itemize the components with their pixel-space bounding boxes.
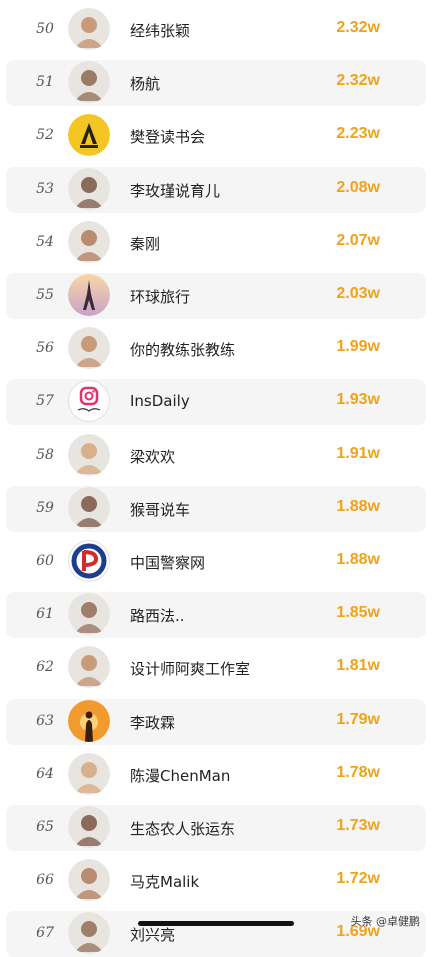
follower-count: 1.88w <box>336 551 380 568</box>
account-name[interactable]: 刘兴亮 <box>130 924 175 945</box>
person-photo-avatar-icon[interactable] <box>68 646 110 689</box>
rank-number: 54 <box>36 233 54 250</box>
account-name[interactable]: 杨航 <box>130 73 160 94</box>
person-photo-avatar-icon[interactable] <box>68 912 110 955</box>
rank-number: 64 <box>36 765 54 782</box>
account-name[interactable]: 路西法.. <box>130 605 185 626</box>
person-photo-avatar-icon[interactable] <box>68 593 110 636</box>
list-item[interactable]: 62 设计师阿爽工作室 1.81w <box>6 645 426 691</box>
account-name[interactable]: 陈漫ChenMan <box>130 765 230 786</box>
rank-number: 57 <box>36 393 54 410</box>
rank-number: 61 <box>36 606 54 623</box>
watermark: 头条 @卓健鹏 <box>350 915 421 928</box>
account-name[interactable]: InsDaily <box>130 392 190 410</box>
rank-number: 55 <box>36 287 54 303</box>
follower-count: 2.32w <box>336 19 380 36</box>
list-item[interactable]: 63 李政霖 1.79w <box>6 698 426 745</box>
rank-number: 65 <box>36 819 54 835</box>
follower-count: 2.32w <box>336 72 380 90</box>
account-name[interactable]: 经纬张颖 <box>130 20 190 41</box>
person-photo-avatar-icon[interactable] <box>68 486 110 529</box>
person-photo-avatar-icon[interactable] <box>68 61 110 104</box>
home-indicator[interactable] <box>138 921 294 926</box>
person-photo-avatar-icon[interactable] <box>68 327 110 370</box>
list-item[interactable]: 66 马克Malik 1.72w <box>6 858 426 904</box>
rank-number: 62 <box>36 659 54 676</box>
person-photo-avatar-icon[interactable] <box>68 806 110 848</box>
follower-count: 1.81w <box>336 657 380 675</box>
yellow-book-logo-avatar-icon[interactable] <box>68 114 110 157</box>
person-photo-avatar-icon[interactable] <box>68 433 110 476</box>
follower-count: 2.08w <box>336 178 380 196</box>
follower-count: 1.79w <box>336 710 380 728</box>
account-name[interactable]: 秦刚 <box>130 233 160 254</box>
rank-number: 60 <box>36 553 54 569</box>
account-name[interactable]: 马克Malik <box>130 871 199 892</box>
rank-number: 56 <box>36 340 54 357</box>
rank-number: 59 <box>36 499 54 516</box>
follower-count: 1.88w <box>336 497 380 515</box>
list-item[interactable]: 61 路西法.. 1.85w <box>6 592 426 639</box>
account-name[interactable]: 樊登读书会 <box>130 126 205 147</box>
account-name[interactable]: 猴哥说车 <box>130 499 190 520</box>
list-item[interactable]: 53 李玫瑾说育儿 2.08w <box>6 166 426 213</box>
eiffel-tower-avatar-icon[interactable] <box>68 274 110 316</box>
list-item[interactable]: 52 樊登读书会 2.23w <box>6 113 426 159</box>
follower-count: 2.03w <box>336 285 380 302</box>
list-item[interactable]: 58 梁欢欢 1.91w <box>6 433 426 479</box>
follower-count: 2.23w <box>336 125 380 143</box>
person-photo-avatar-icon[interactable] <box>68 752 110 795</box>
follower-count: 1.91w <box>336 444 380 462</box>
instagram-logo-avatar-icon[interactable] <box>68 380 110 423</box>
account-name[interactable]: 李政霖 <box>130 712 175 733</box>
rank-number: 66 <box>36 872 54 889</box>
person-photo-avatar-icon[interactable] <box>68 859 110 902</box>
account-name[interactable]: 李玫瑾说育儿 <box>130 180 220 201</box>
follower-count: 1.72w <box>336 870 380 888</box>
account-name[interactable]: 梁欢欢 <box>130 446 175 467</box>
list-item[interactable]: 60 中国警察网 1.88w <box>6 539 426 585</box>
list-item[interactable]: 64 陈漫ChenMan 1.78w <box>6 752 426 798</box>
account-name[interactable]: 中国警察网 <box>130 552 205 573</box>
account-name[interactable]: 你的教练张教练 <box>130 339 235 360</box>
list-item[interactable]: 57 InsDaily 1.93w <box>6 379 426 426</box>
follower-count: 1.93w <box>336 391 380 409</box>
rank-number: 50 <box>36 21 54 37</box>
list-item[interactable]: 50 经纬张颖 2.32w <box>6 7 426 53</box>
list-item[interactable]: 65 生态农人张运东 1.73w <box>6 805 426 851</box>
rank-number: 63 <box>36 712 54 729</box>
list-item[interactable]: 51 杨航 2.32w <box>6 60 426 107</box>
police-logo-avatar-icon[interactable] <box>68 540 110 582</box>
list-item[interactable]: 59 猴哥说车 1.88w <box>6 485 426 532</box>
rank-number: 52 <box>36 127 54 144</box>
follower-count: 1.85w <box>336 604 380 622</box>
rank-number: 58 <box>36 446 54 463</box>
account-name[interactable]: 设计师阿爽工作室 <box>130 658 250 679</box>
rank-number: 67 <box>36 925 54 942</box>
sunset-silhouette-avatar-icon[interactable] <box>68 699 110 742</box>
rank-number: 53 <box>36 180 54 197</box>
follower-count: 1.99w <box>336 338 380 356</box>
follower-count: 1.73w <box>336 817 380 834</box>
follower-count: 2.07w <box>336 231 380 249</box>
rank-number: 51 <box>36 74 54 91</box>
account-name[interactable]: 生态农人张运东 <box>130 818 235 839</box>
list-item[interactable]: 55 环球旅行 2.03w <box>6 273 426 319</box>
person-photo-avatar-icon[interactable] <box>68 167 110 210</box>
person-photo-avatar-icon[interactable] <box>68 8 110 50</box>
person-photo-avatar-icon[interactable] <box>68 220 110 263</box>
account-name[interactable]: 环球旅行 <box>130 286 190 307</box>
list-item[interactable]: 54 秦刚 2.07w <box>6 220 426 266</box>
follower-count: 1.78w <box>336 763 380 781</box>
list-item[interactable]: 56 你的教练张教练 1.99w <box>6 326 426 372</box>
